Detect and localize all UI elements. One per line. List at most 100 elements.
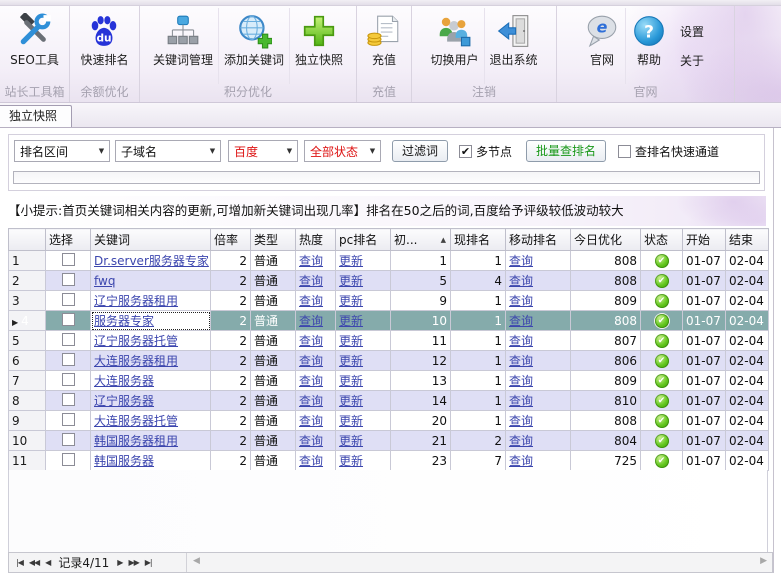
keyword-link[interactable]: 大连服务器托管 — [94, 414, 178, 428]
row-checkbox[interactable] — [62, 253, 75, 266]
fast-channel-option[interactable]: 查排名快速通道 — [618, 143, 719, 160]
mobile-query-link[interactable]: 查询 — [509, 334, 533, 348]
pager-first-button[interactable]: |◀ — [13, 558, 26, 567]
table-row[interactable]: 7大连服务器2普通查询更新131查询809✔01-0702-04 — [9, 371, 769, 391]
column-header[interactable]: 倍率 — [211, 229, 251, 251]
column-header[interactable]: 移动排名 — [506, 229, 571, 251]
keyword-link[interactable]: Dr.server服务器专家 — [94, 254, 209, 268]
tab-standalone-snapshot[interactable]: 独立快照 — [0, 105, 72, 127]
toolbar-button[interactable]: ?帮助 — [625, 8, 672, 84]
fast-channel-checkbox[interactable] — [618, 145, 631, 158]
table-row[interactable]: 1Dr.server服务器专家2普通查询更新11查询808✔01-0702-04 — [9, 251, 769, 271]
pc-update-link[interactable]: 更新 — [339, 294, 363, 308]
column-header[interactable] — [9, 229, 46, 251]
column-header[interactable]: 结束 — [726, 229, 769, 251]
heat-query-link[interactable]: 查询 — [299, 354, 323, 368]
batch-check-rank-button[interactable]: 批量查排名 — [526, 140, 606, 162]
keyword-link[interactable]: 大连服务器租用 — [94, 354, 178, 368]
pc-update-link[interactable]: 更新 — [339, 314, 363, 328]
toolbar-button[interactable]: 添加关键词 — [218, 8, 289, 84]
heat-query-link[interactable]: 查询 — [299, 454, 323, 468]
table-row[interactable]: ▶4服务器专家2普通查询更新101查询808✔01-0702-04 — [9, 311, 769, 331]
keyword-link[interactable]: 辽宁服务器租用 — [94, 294, 178, 308]
heat-query-link[interactable]: 查询 — [299, 294, 323, 308]
keyword-link[interactable]: fwq — [94, 274, 115, 288]
keyword-link[interactable]: 辽宁服务器托管 — [94, 334, 178, 348]
filter-word-button[interactable]: 过滤词 — [392, 140, 448, 162]
heat-query-link[interactable]: 查询 — [299, 374, 323, 388]
heat-query-link[interactable]: 查询 — [299, 394, 323, 408]
mobile-query-link[interactable]: 查询 — [509, 394, 533, 408]
table-row[interactable]: 2fwq2普通查询更新54查询808✔01-0702-04 — [9, 271, 769, 291]
row-checkbox[interactable] — [62, 293, 75, 306]
pager-last-button[interactable]: ▶| — [142, 558, 155, 567]
row-checkbox[interactable] — [62, 453, 75, 466]
keyword-link[interactable]: 服务器专家 — [94, 314, 154, 328]
pc-update-link[interactable]: 更新 — [339, 414, 363, 428]
keyword-link[interactable]: 辽宁服务器 — [94, 394, 154, 408]
toolbar-button[interactable]: 独立快照 — [289, 8, 348, 84]
subdomain-dropdown[interactable]: 子域名 ▼ — [115, 140, 221, 162]
table-row[interactable]: 10韩国服务器租用2普通查询更新212查询804✔01-0702-04 — [9, 431, 769, 451]
row-checkbox[interactable] — [62, 333, 75, 346]
column-header[interactable]: 热度 — [296, 229, 336, 251]
pc-update-link[interactable]: 更新 — [339, 274, 363, 288]
mobile-query-link[interactable]: 查询 — [509, 374, 533, 388]
pc-update-link[interactable]: 更新 — [339, 454, 363, 468]
toolbar-button[interactable]: du快速排名 — [75, 8, 133, 84]
table-row[interactable]: 8辽宁服务器2普通查询更新141查询810✔01-0702-04 — [9, 391, 769, 411]
heat-query-link[interactable]: 查询 — [299, 334, 323, 348]
row-checkbox[interactable] — [62, 373, 75, 386]
mobile-query-link[interactable]: 查询 — [509, 354, 533, 368]
pager-prev-page-button[interactable]: ◀◀ — [26, 558, 42, 567]
toolbar-button[interactable]: 切换用户 — [425, 8, 483, 84]
heat-query-link[interactable]: 查询 — [299, 274, 323, 288]
heat-query-link[interactable]: 查询 — [299, 314, 323, 328]
pc-update-link[interactable]: 更新 — [339, 394, 363, 408]
heat-query-link[interactable]: 查询 — [299, 434, 323, 448]
mobile-query-link[interactable]: 查询 — [509, 314, 533, 328]
pc-update-link[interactable]: 更新 — [339, 374, 363, 388]
toolbar-button[interactable]: 退出系统 — [484, 8, 543, 84]
multi-node-option[interactable]: ✔ 多节点 — [459, 143, 512, 160]
row-checkbox[interactable] — [62, 353, 75, 366]
toolbar-button[interactable]: 充值 — [361, 8, 407, 84]
table-row[interactable]: 3辽宁服务器租用2普通查询更新91查询809✔01-0702-04 — [9, 291, 769, 311]
pager-next-page-button[interactable]: ▶▶ — [125, 558, 141, 567]
column-header[interactable]: 状态 — [641, 229, 683, 251]
row-checkbox[interactable] — [62, 393, 75, 406]
toolbar-text-button[interactable]: 设置 — [680, 23, 704, 40]
pager-next-button[interactable]: ▶ — [114, 558, 125, 567]
column-header[interactable]: 初...▲ — [391, 229, 451, 251]
column-header[interactable]: 关键词 — [91, 229, 211, 251]
mobile-query-link[interactable]: 查询 — [509, 274, 533, 288]
mobile-query-link[interactable]: 查询 — [509, 454, 533, 468]
rank-range-dropdown[interactable]: 排名区间 ▼ — [14, 140, 110, 162]
pc-update-link[interactable]: 更新 — [339, 334, 363, 348]
table-row[interactable]: 5辽宁服务器托管2普通查询更新111查询807✔01-0702-04 — [9, 331, 769, 351]
scroll-left-icon[interactable]: ◀ — [193, 556, 200, 566]
status-dropdown[interactable]: 全部状态 ▼ — [304, 140, 381, 162]
table-row[interactable]: 9大连服务器托管2普通查询更新201查询808✔01-0702-04 — [9, 411, 769, 431]
row-checkbox[interactable] — [62, 313, 75, 326]
heat-query-link[interactable]: 查询 — [299, 414, 323, 428]
row-checkbox[interactable] — [62, 273, 75, 286]
multi-node-checkbox[interactable]: ✔ — [459, 145, 472, 158]
toolbar-text-button[interactable]: 关于 — [680, 52, 704, 69]
keyword-link[interactable]: 大连服务器 — [94, 374, 154, 388]
column-header[interactable]: 类型 — [251, 229, 296, 251]
row-checkbox[interactable] — [62, 413, 75, 426]
toolbar-button[interactable]: e官网 — [579, 8, 625, 84]
mobile-query-link[interactable]: 查询 — [509, 434, 533, 448]
keyword-link[interactable]: 韩国服务器租用 — [94, 434, 178, 448]
heat-query-link[interactable]: 查询 — [299, 254, 323, 268]
mobile-query-link[interactable]: 查询 — [509, 294, 533, 308]
column-header[interactable]: 现排名 — [451, 229, 506, 251]
scroll-right-icon[interactable]: ▶ — [760, 556, 767, 566]
row-checkbox[interactable] — [62, 433, 75, 446]
column-header[interactable]: 开始 — [683, 229, 726, 251]
pc-update-link[interactable]: 更新 — [339, 434, 363, 448]
search-engine-dropdown[interactable]: 百度 ▼ — [228, 140, 298, 162]
pc-update-link[interactable]: 更新 — [339, 354, 363, 368]
column-header[interactable]: 选择 — [46, 229, 91, 251]
